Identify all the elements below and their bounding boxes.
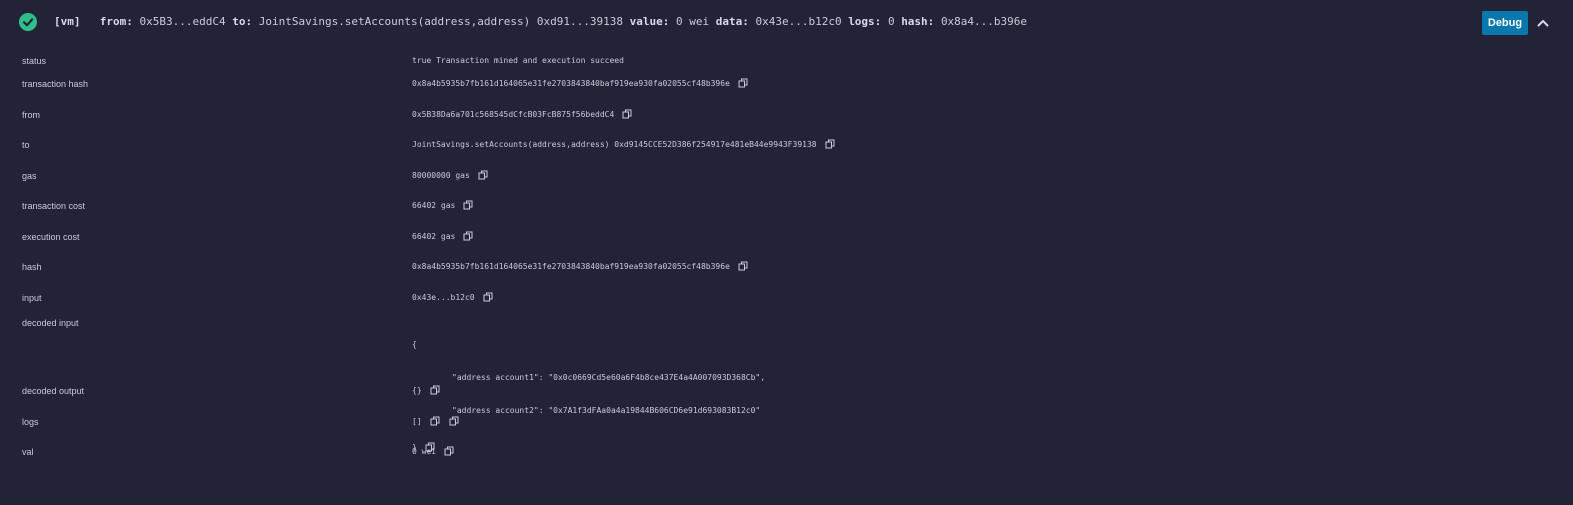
execution-cost-value: 66402 gas — [412, 232, 456, 241]
transaction-hash-label: transaction hash — [22, 79, 89, 89]
val-label: val — [22, 447, 34, 457]
data-value: 0x43e...b12c0 — [755, 15, 842, 28]
transaction-summary[interactable]: [vm] from: 0x5B3...eddC4 to: JointSaving… — [0, 0, 1573, 44]
decoded-input-label: decoded input — [22, 318, 79, 328]
gas-value-wrap: 80000000 gas — [412, 170, 488, 182]
decoded-input-account1: "address account1": "0x0c0669Cd5e60a6F4b… — [452, 373, 766, 382]
chevron-up-icon[interactable] — [1536, 15, 1550, 29]
copy-icon[interactable] — [483, 292, 493, 302]
to-row-value: JointSavings.setAccounts(address,address… — [412, 140, 817, 149]
copy-icon[interactable] — [444, 446, 454, 456]
transaction-cost-value: 66402 gas — [412, 201, 456, 210]
json-open-brace: { — [412, 340, 417, 349]
logs-row-label: logs — [22, 417, 39, 427]
copy-icon[interactable] — [825, 139, 835, 149]
copy-icon[interactable] — [463, 200, 473, 210]
summary-line: [vm] from: 0x5B3...eddC4 to: JointSaving… — [54, 15, 1027, 29]
to-value: JointSavings.setAccounts(address,address… — [258, 15, 623, 28]
copy-icon[interactable] — [430, 416, 440, 426]
hash-row-value: 0x8a4b5935b7fb161d164065e31fe2703843840b… — [412, 262, 730, 271]
input-label: input — [22, 293, 42, 303]
to-row-label: to — [22, 140, 30, 150]
decoded-output-label: decoded output — [22, 386, 85, 396]
from-row-label: from — [22, 110, 40, 120]
copy-icon[interactable] — [738, 261, 748, 271]
from-label: from: — [99, 15, 133, 28]
copy-icon[interactable] — [738, 78, 748, 88]
execution-cost-value-wrap: 66402 gas — [412, 231, 473, 243]
gas-value: 80000000 gas — [412, 171, 470, 180]
transaction-cost-label: transaction cost — [22, 201, 86, 211]
copy-icon[interactable] — [463, 231, 473, 241]
to-label: to: — [232, 15, 253, 28]
network-tag: [vm] — [54, 15, 81, 28]
from-row-value-wrap: 0x5B38Da6a701c568545dCfcB03FcB875f56bedd… — [412, 109, 632, 121]
data-label: data: — [715, 15, 749, 28]
decoded-input-account2: "address account2": "0x7A1f3dFAa0a4a1984… — [452, 406, 761, 415]
decoded-output-value: {} — [412, 386, 422, 395]
copy-icon[interactable] — [430, 385, 440, 395]
gas-label: gas — [22, 171, 37, 181]
debug-button[interactable]: Debug — [1482, 11, 1528, 35]
value-value: 0 wei — [675, 15, 710, 28]
to-row-value-wrap: JointSavings.setAccounts(address,address… — [412, 139, 835, 151]
val-value-wrap: 0 wei — [412, 446, 454, 458]
check-circle-icon — [19, 13, 37, 31]
copy-icon[interactable] — [478, 170, 488, 180]
value-label: value: — [629, 15, 670, 28]
logs-row-value-wrap: [] — [412, 416, 459, 428]
hash-row-value-wrap: 0x8a4b5935b7fb161d164065e31fe2703843840b… — [412, 261, 748, 273]
copy-icon[interactable] — [622, 109, 632, 119]
logs-value: 0 — [887, 15, 895, 28]
logs-label: logs: — [848, 15, 882, 28]
transaction-hash-value-wrap: 0x8a4b5935b7fb161d164065e31fe2703843840b… — [412, 78, 748, 90]
input-value: 0x43e...b12c0 — [412, 293, 475, 302]
json-close-line: } — [412, 442, 765, 453]
hash-value: 0x8a4...b396e — [940, 15, 1028, 28]
from-value: 0x5B3...eddC4 — [139, 15, 226, 28]
transaction-hash-value: 0x8a4b5935b7fb161d164065e31fe2703843840b… — [412, 79, 730, 88]
from-row-value: 0x5B38Da6a701c568545dCfcB03FcB875f56bedd… — [412, 110, 615, 119]
hash-label: hash: — [901, 15, 935, 28]
status-label: status — [22, 56, 47, 66]
input-value-wrap: 0x43e...b12c0 — [412, 292, 493, 304]
decoded-input-value: { "address account1": "0x0c0669Cd5e60a6F… — [412, 317, 765, 475]
status-value: true Transaction mined and execution suc… — [412, 56, 624, 65]
logs-row-value: [] — [412, 417, 422, 426]
val-value: 0 wei — [412, 447, 437, 456]
hash-row-label: hash — [22, 262, 42, 272]
copy-icon[interactable] — [449, 416, 459, 426]
execution-cost-label: execution cost — [22, 232, 80, 242]
decoded-output-value-wrap: {} — [412, 385, 440, 397]
transaction-cost-value-wrap: 66402 gas — [412, 200, 473, 212]
